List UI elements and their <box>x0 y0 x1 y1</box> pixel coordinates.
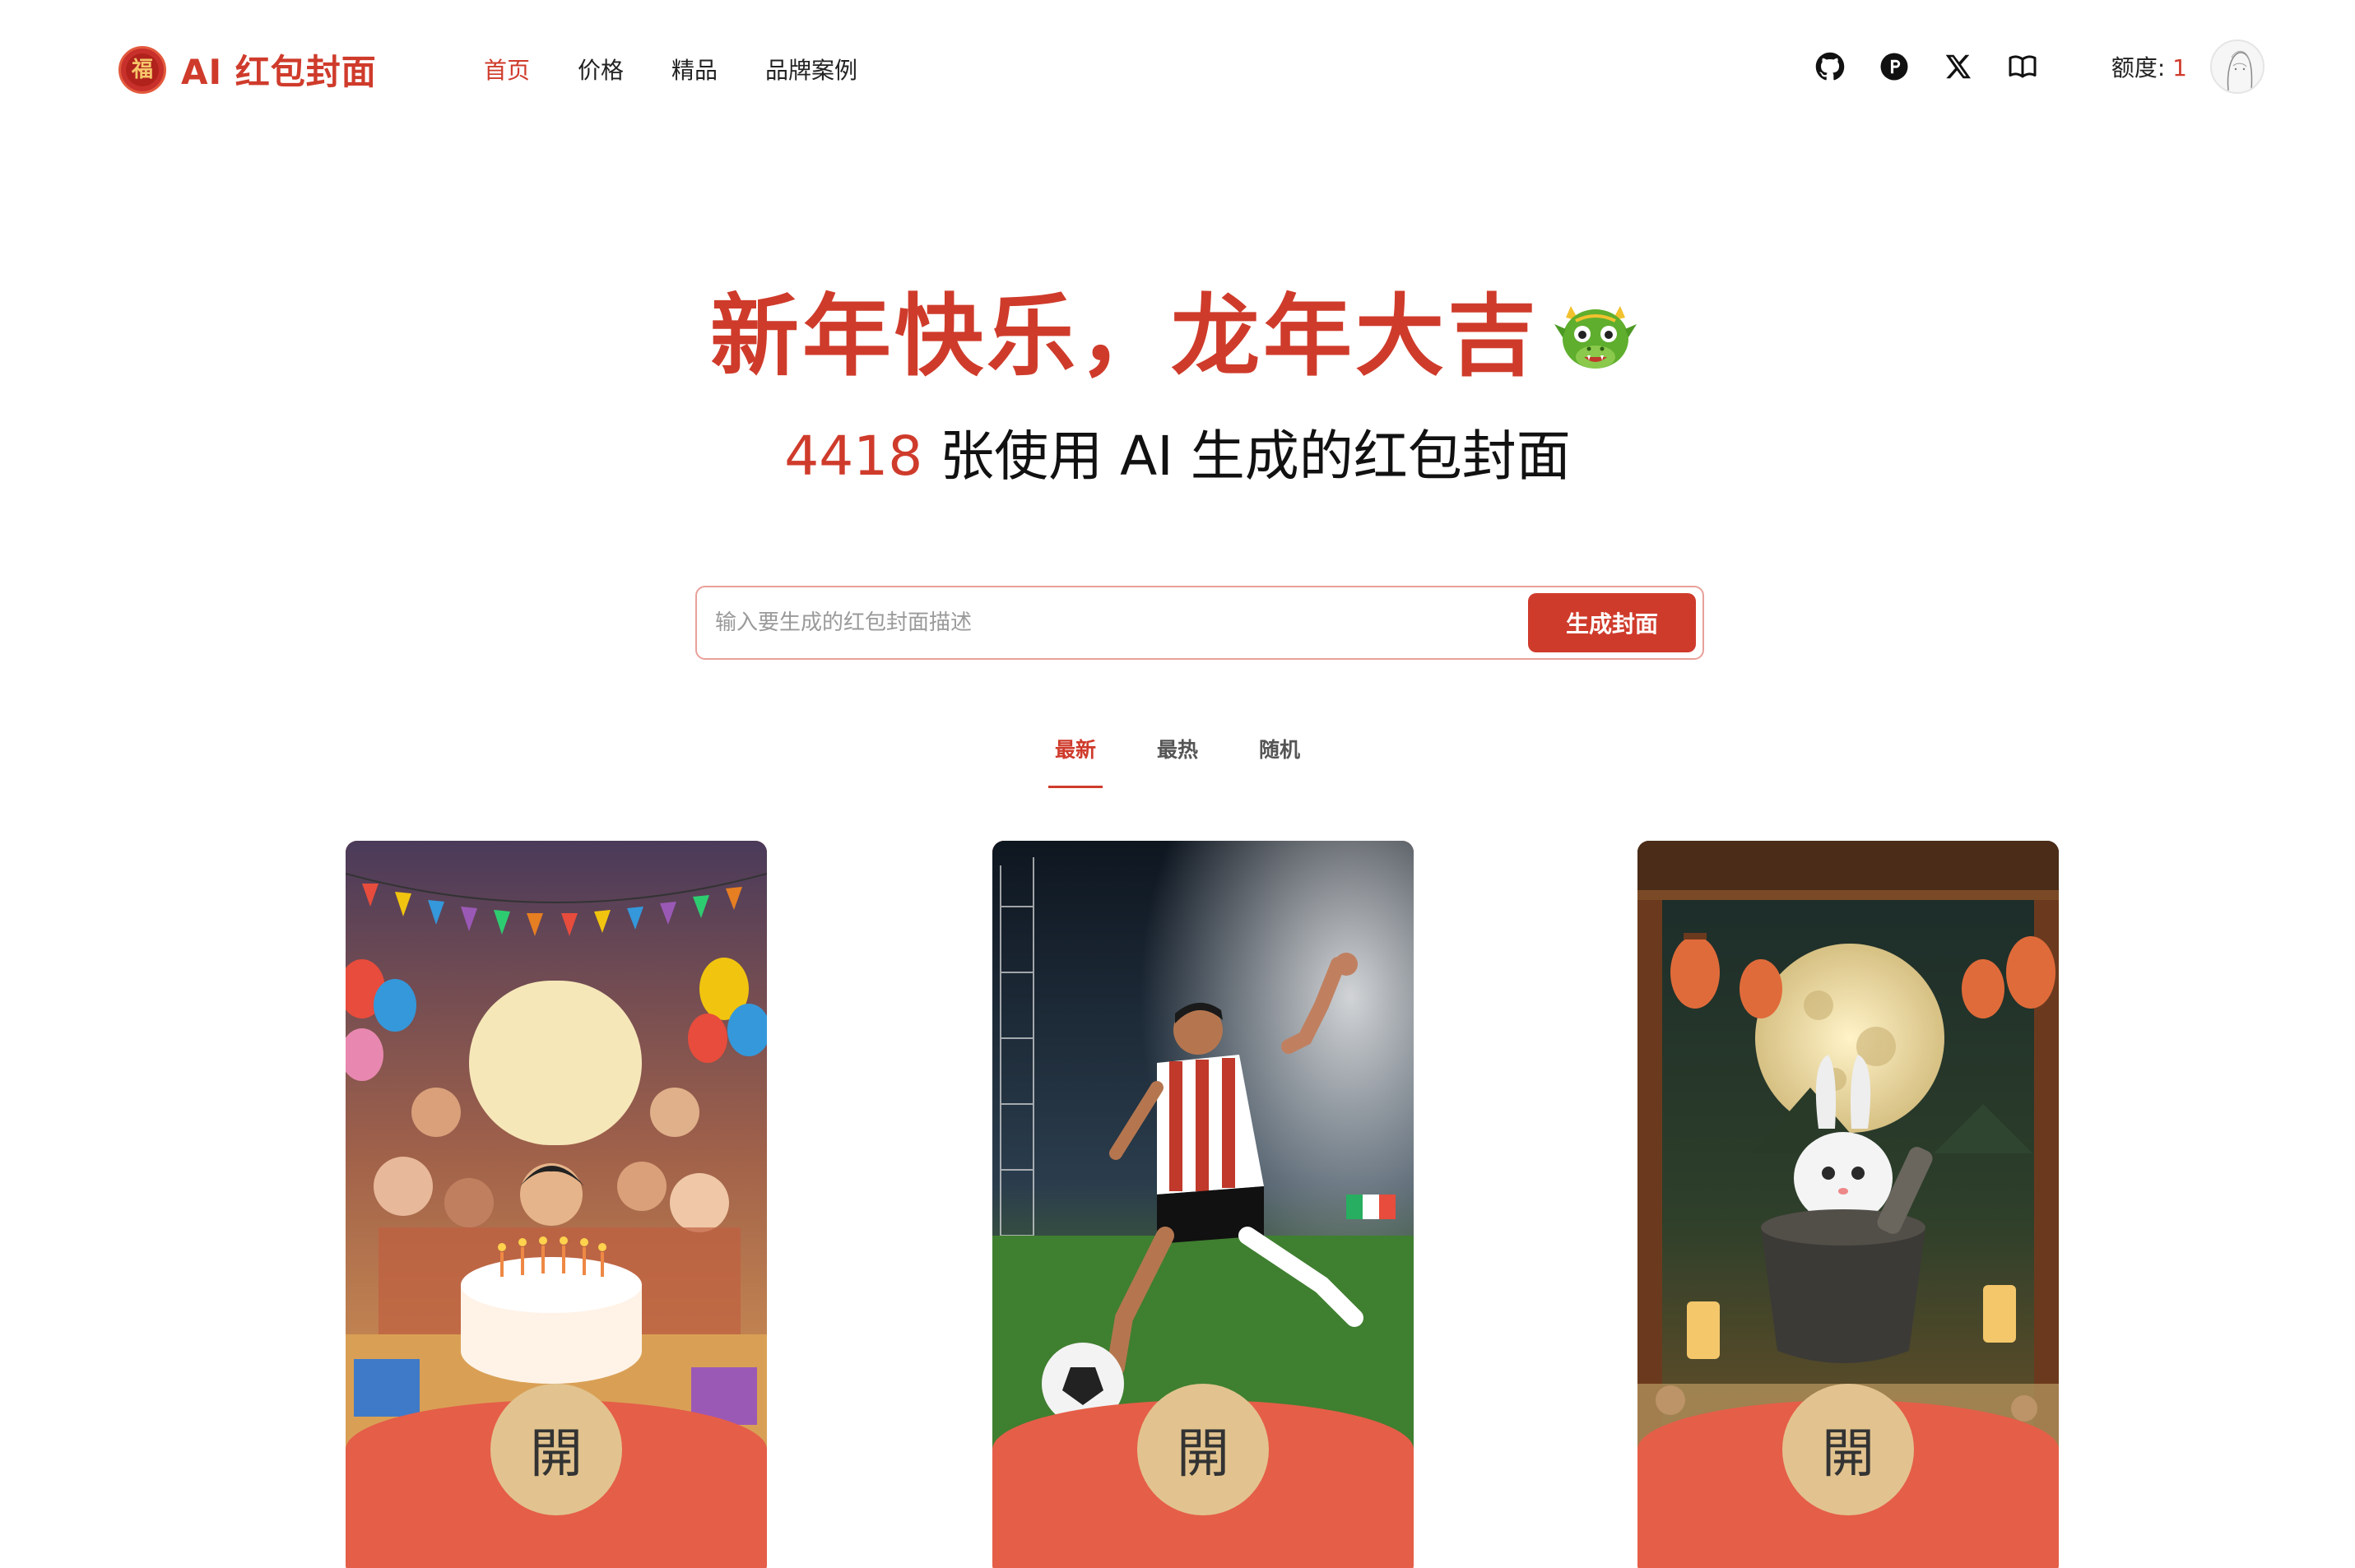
open-button[interactable]: 開 <box>490 1384 622 1515</box>
nav-pricing[interactable]: 价格 <box>578 53 624 86</box>
book-icon[interactable] <box>2006 50 2039 83</box>
birthday-party-image <box>346 841 767 1466</box>
site-header: 福 AI 红包封面 首页 价格 精品 品牌案例 额度: 1 <box>0 0 2355 140</box>
nav-featured[interactable]: 精品 <box>671 53 718 86</box>
cover-card[interactable]: 開 <box>992 841 1414 1568</box>
hero-title: 新年快乐，龙年大吉 <box>0 284 2355 391</box>
header-tools: 额度: 1 <box>1782 39 2264 94</box>
generate-cover-button[interactable]: 生成封面 <box>1528 593 1696 652</box>
brand-name: AI 红包封面 <box>181 52 377 92</box>
x-icon[interactable] <box>1942 50 1975 83</box>
tab-random[interactable]: 随机 <box>1259 734 1300 788</box>
soccer-player-image <box>992 841 1414 1466</box>
prompt-bar: 生成封面 <box>695 586 1704 660</box>
cover-card[interactable]: 開 <box>1637 841 2059 1568</box>
moon-rabbit-image <box>1637 841 2059 1466</box>
open-button[interactable]: 開 <box>1137 1384 1269 1515</box>
nav-home[interactable]: 首页 <box>484 53 530 86</box>
tab-hottest[interactable]: 最热 <box>1157 734 1198 788</box>
tab-latest[interactable]: 最新 <box>1047 734 1103 788</box>
cover-count: 4418 <box>784 424 923 488</box>
brand-link[interactable]: 福 AI 红包封面 <box>118 44 377 95</box>
open-button[interactable]: 開 <box>1782 1384 1914 1515</box>
prompt-input[interactable] <box>697 587 1528 658</box>
sort-tabs: 最新 最热 随机 <box>0 734 2355 788</box>
dragon-icon <box>1554 306 1637 369</box>
hero-subtitle: 4418 张使用 AI 生成的红包封面 <box>0 420 2355 494</box>
quota: 额度: 1 <box>2111 50 2187 83</box>
fu-logo-icon: 福 <box>118 45 166 94</box>
nav-brand-cases[interactable]: 品牌案例 <box>765 53 857 86</box>
user-avatar[interactable] <box>2210 39 2264 94</box>
hero-title-text: 新年快乐，龙年大吉 <box>709 285 1540 388</box>
producthunt-icon[interactable] <box>1878 50 1911 83</box>
github-icon[interactable] <box>1814 50 1846 83</box>
cover-card[interactable]: 開 <box>346 841 767 1568</box>
main-nav: 首页 价格 精品 品牌案例 <box>484 53 857 86</box>
hero-subtitle-text: 张使用 AI 生成的红包封面 <box>922 424 1571 488</box>
brand-logo-char: 福 <box>126 53 159 86</box>
quota-label: 额度: <box>2111 54 2166 81</box>
quota-value: 1 <box>2172 54 2187 81</box>
